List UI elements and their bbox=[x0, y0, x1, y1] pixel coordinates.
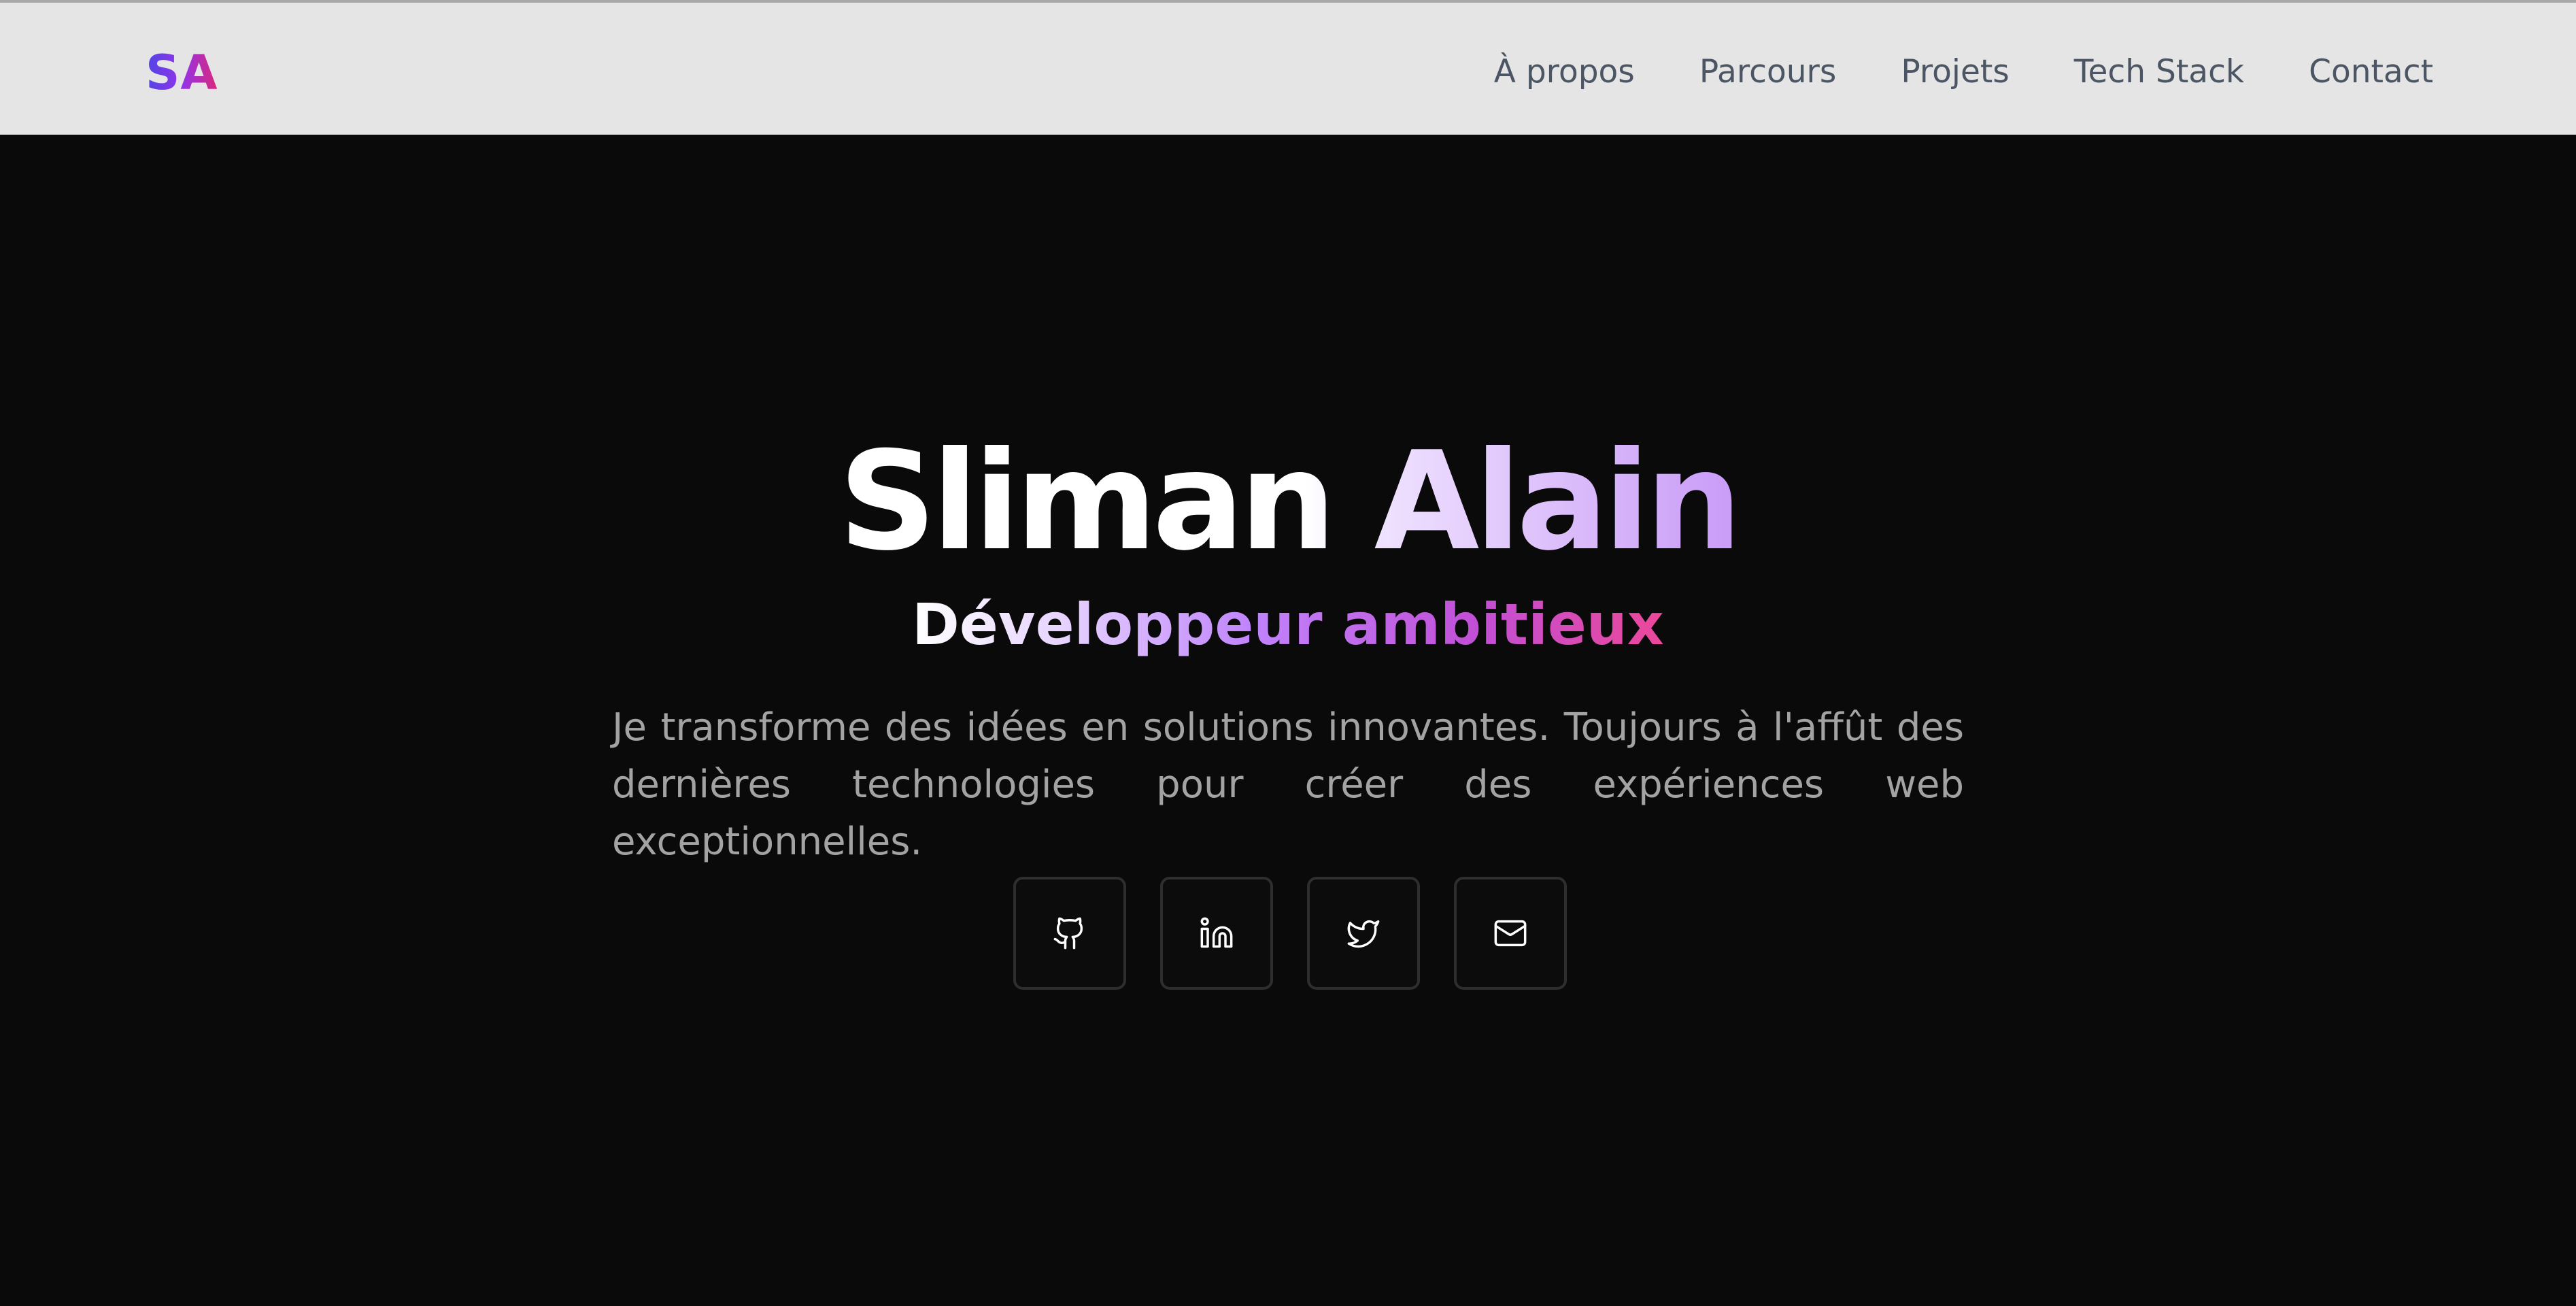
navbar: SA À propos Parcours Projets Tech Stack … bbox=[0, 0, 2576, 135]
hero-name-text: Sliman Alain bbox=[838, 422, 1742, 581]
hero-subtitle: Développeur ambitieux bbox=[0, 584, 2576, 665]
hero-name: Sliman Alain bbox=[0, 414, 2576, 590]
mail-icon bbox=[1494, 920, 1527, 947]
twitter-button[interactable] bbox=[1307, 877, 1420, 990]
nav-link-tech-stack[interactable]: Tech Stack bbox=[2074, 46, 2244, 98]
github-button[interactable] bbox=[1013, 877, 1126, 990]
site-logo[interactable]: SA bbox=[146, 42, 218, 103]
social-links bbox=[1013, 877, 1567, 990]
mail-button[interactable] bbox=[1454, 877, 1567, 990]
nav-link-a-propos[interactable]: À propos bbox=[1494, 46, 1635, 98]
hero-subtitle-text: Développeur ambitieux bbox=[912, 591, 1664, 658]
twitter-icon bbox=[1347, 920, 1380, 948]
github-icon bbox=[1053, 917, 1083, 950]
nav-link-contact[interactable]: Contact bbox=[2309, 46, 2433, 98]
linkedin-button[interactable] bbox=[1160, 877, 1273, 990]
nav-link-parcours[interactable]: Parcours bbox=[1699, 46, 1837, 98]
nav-link-projets[interactable]: Projets bbox=[1901, 46, 2009, 98]
linkedin-icon bbox=[1200, 917, 1233, 948]
hero-section: Sliman Alain Développeur ambitieux Je tr… bbox=[0, 135, 2576, 1306]
hero-description: Je transforme des idées en solutions inn… bbox=[612, 705, 1964, 864]
main-nav: À propos Parcours Projets Tech Stack Con… bbox=[1494, 46, 2433, 98]
